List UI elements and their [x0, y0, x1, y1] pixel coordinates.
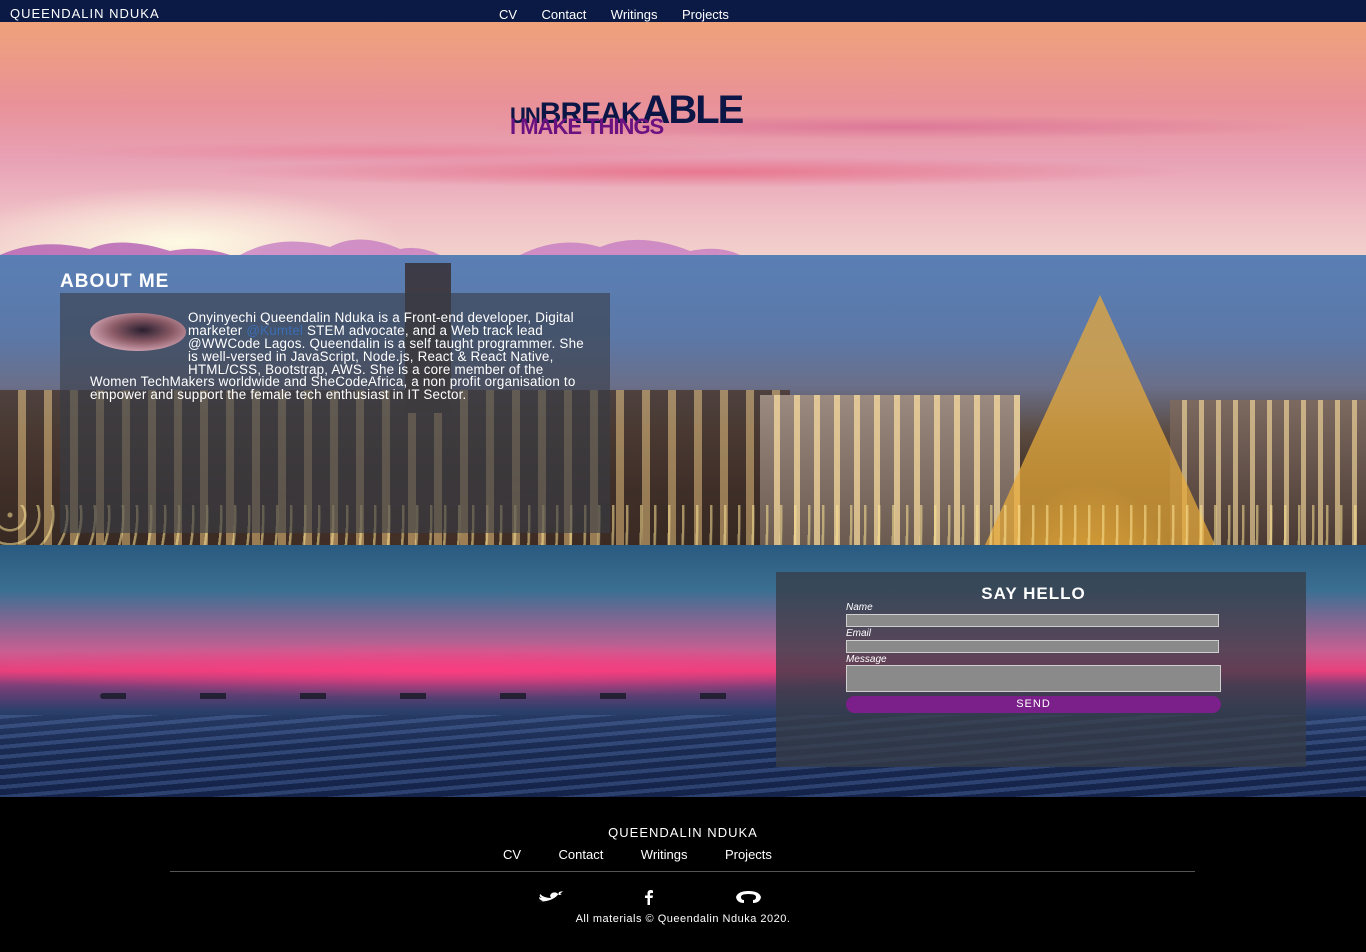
rocks-decoration — [100, 693, 740, 699]
nav-link-projects[interactable]: Projects — [682, 7, 729, 22]
copyright-text: All materials © Queendalin Nduka 2020. — [575, 913, 791, 925]
message-field[interactable] — [846, 665, 1221, 692]
facebook-icon[interactable] — [642, 890, 656, 910]
about-heading: ABOUT ME — [60, 271, 170, 292]
palm-silhouette-decoration — [0, 239, 740, 255]
hero-banner: UNBREAKABLE I MAKE THINGS — [0, 22, 1366, 255]
twitter-icon[interactable] — [534, 890, 564, 909]
email-label: Email — [846, 628, 872, 639]
footer-link-projects[interactable]: Projects — [725, 847, 772, 862]
name-field[interactable] — [846, 614, 1219, 627]
nav-link-contact[interactable]: Contact — [542, 7, 587, 22]
site-brand[interactable]: QUEENDALIN NDUKA — [10, 6, 160, 21]
footer-link-contact[interactable]: Contact — [559, 847, 604, 862]
contact-form: SAY HELLO Name Email Message SEND — [776, 572, 1306, 767]
nav-link-cv[interactable]: CV — [499, 7, 517, 22]
footer-link-cv[interactable]: CV — [503, 847, 521, 862]
form-title: SAY HELLO — [981, 584, 1086, 603]
top-navbar: QUEENDALIN NDUKA CV Contact Writings Pro… — [0, 0, 1366, 22]
site-footer: QUEENDALIN NDUKA CV Contact Writings Pro… — [0, 797, 1366, 952]
footer-links: CV Contact Writings Projects — [503, 846, 805, 864]
hero-title: UNBREAKABLE I MAKE THINGS — [510, 90, 744, 138]
send-button[interactable]: SEND — [846, 696, 1221, 713]
name-label: Name — [846, 602, 873, 613]
nav-link-writings[interactable]: Writings — [611, 7, 658, 22]
footer-link-writings[interactable]: Writings — [641, 847, 688, 862]
contact-section: SAY HELLO Name Email Message SEND — [0, 545, 1366, 797]
email-field[interactable] — [846, 640, 1219, 653]
message-label: Message — [846, 654, 887, 665]
footer-divider — [170, 871, 1195, 872]
about-section: ABOUT ME Onyinyechi Queendalin Nduka is … — [0, 255, 1366, 545]
footer-brand: QUEENDALIN NDUKA — [608, 825, 758, 840]
avatar-spacer — [90, 312, 188, 364]
about-card: Onyinyechi Queendalin Nduka is a Front-e… — [60, 293, 610, 533]
github-icon[interactable] — [733, 890, 764, 909]
about-paragraph: Onyinyechi Queendalin Nduka is a Front-e… — [90, 311, 590, 402]
